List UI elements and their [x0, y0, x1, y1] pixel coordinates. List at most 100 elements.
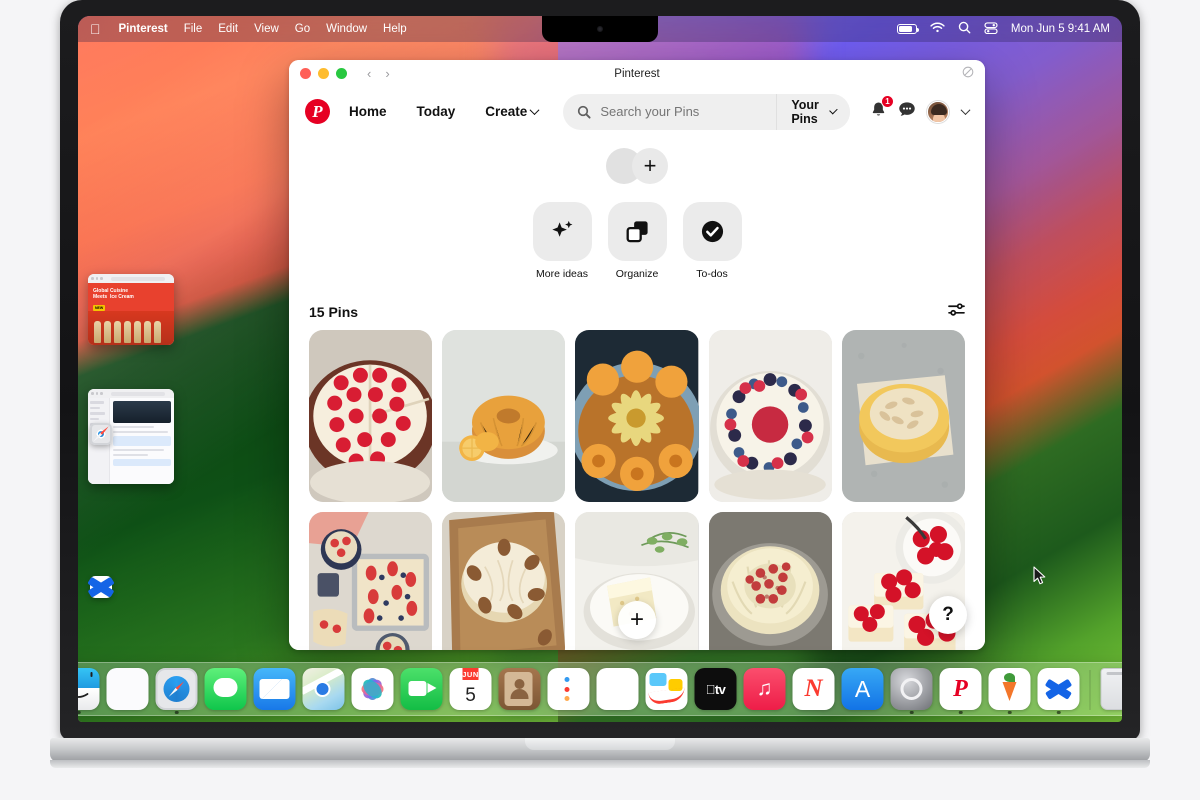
action-label: To-dos [696, 268, 728, 280]
battery-icon[interactable] [896, 24, 920, 34]
dock-item-news[interactable]: N [792, 668, 835, 710]
back-button[interactable]: ‹ [367, 66, 371, 81]
add-pin-floating-button[interactable]: + [618, 601, 656, 639]
pin-orange-bundt-cake[interactable] [442, 330, 566, 502]
avatar[interactable] [927, 100, 949, 123]
stage-card-xmind[interactable] [88, 389, 184, 598]
control-center-icon[interactable] [984, 21, 998, 37]
laptop-foot [50, 760, 1150, 768]
stage-card-safari[interactable]: Global Cuisine Meets Ice Cream NEW [88, 274, 184, 445]
account-chevron-down-icon[interactable] [960, 105, 971, 116]
dock-item-music[interactable]: ♫ [743, 668, 786, 710]
scope-label: Your Pins [791, 97, 819, 126]
pins-header: 15 Pins [289, 280, 985, 330]
action-label: Organize [615, 268, 659, 280]
action-organize[interactable]: Organize [607, 202, 667, 280]
messages-button[interactable] [898, 101, 916, 123]
appstore-glyph: A [841, 668, 884, 710]
dock-item-facetime[interactable] [400, 668, 443, 710]
dock-item-maps[interactable] [302, 668, 345, 710]
xmind-icon[interactable] [90, 576, 112, 598]
dock-item-messages[interactable] [204, 668, 247, 710]
menu-item-help[interactable]: Help [383, 23, 407, 35]
display-notch [542, 16, 658, 42]
menu-item-view[interactable]: View [254, 23, 279, 35]
menu-item-edit[interactable]: Edit [218, 23, 238, 35]
calendar-month: JUN [462, 668, 479, 680]
board-actions[interactable]: More ideas Organize To-dos [289, 202, 985, 280]
dock-item-appletv[interactable]: tv [694, 668, 737, 710]
calendar-day: 5 [465, 684, 476, 706]
pin-apricot-flower-dessert[interactable] [575, 330, 699, 502]
nav-create-dropdown[interactable]: Create [474, 97, 549, 126]
safari-icon[interactable] [90, 423, 112, 445]
dock-item-xmind[interactable] [1037, 668, 1080, 714]
spotlight-search-icon[interactable] [958, 21, 971, 37]
board-header-circles: + [289, 136, 985, 184]
dock-item-calendar[interactable]: JUN 5 [449, 668, 492, 710]
pin-pecan-cream-cake[interactable] [442, 512, 566, 650]
apple-menu-icon[interactable]:  [90, 22, 101, 36]
action-more-ideas[interactable]: More ideas [532, 202, 592, 280]
add-board-button[interactable]: + [632, 148, 668, 184]
window-titlebar[interactable]: ‹ › Pinterest [289, 60, 985, 87]
menu-app-name[interactable]: Pinterest [119, 23, 168, 35]
notifications-button[interactable]: 1 [870, 95, 894, 122]
dock-item-system-settings[interactable] [890, 668, 933, 714]
nav-create-label: Create [485, 104, 528, 119]
help-button[interactable]: ? [929, 596, 967, 634]
dock-item-instacart[interactable] [988, 668, 1031, 714]
dock-item-safari[interactable] [155, 668, 198, 714]
menu-item-file[interactable]: File [184, 23, 203, 35]
appletv-glyph: tv [694, 668, 737, 710]
dock[interactable]: JUN 5 tv ♫ N A P [78, 662, 1122, 716]
forward-button[interactable]: › [385, 66, 389, 81]
close-button[interactable] [300, 68, 311, 79]
dock-item-notes[interactable] [596, 668, 639, 710]
pinterest-logo-icon[interactable]: P [305, 99, 330, 124]
laptop-screen:  Pinterest File Edit View Go Window Hel… [78, 16, 1122, 722]
menu-item-go[interactable]: Go [295, 23, 310, 35]
pin-berry-pavlova-wreath[interactable] [708, 330, 832, 502]
minimize-button[interactable] [318, 68, 329, 79]
dock-item-launchpad[interactable] [106, 668, 149, 710]
window-title: Pinterest [614, 67, 660, 80]
dock-item-stocks[interactable] [645, 668, 688, 710]
stage-manager-strip[interactable]: Global Cuisine Meets Ice Cream NEW [88, 274, 184, 598]
action-to-dos[interactable]: To-dos [682, 202, 742, 280]
pin-raspberry-chocolate-tart[interactable] [309, 330, 433, 502]
laptop-lid:  Pinterest File Edit View Go Window Hel… [60, 0, 1140, 740]
dock-item-photos[interactable] [351, 668, 394, 710]
stacked-squares-icon [607, 202, 667, 261]
pin-almond-cheesecake[interactable] [841, 330, 965, 502]
pinterest-glyph: P [939, 668, 982, 710]
dock-item-appstore[interactable]: A [841, 668, 884, 710]
scope-dropdown[interactable]: Your Pins [776, 93, 850, 130]
dock-item-trash[interactable] [1100, 668, 1122, 710]
search-input[interactable] [600, 104, 777, 119]
pinterest-window[interactable]: ‹ › Pinterest P Home Today Create Search… [289, 60, 985, 650]
dock-item-mail[interactable] [253, 668, 296, 710]
no-entry-icon[interactable] [962, 66, 974, 81]
sparkle-icon [532, 202, 592, 261]
nav-link-home[interactable]: Home [338, 97, 398, 126]
pinterest-navbar[interactable]: P Home Today Create Search your Pins You… [289, 87, 985, 136]
camera-icon [597, 26, 603, 32]
nav-link-today[interactable]: Today [406, 97, 467, 126]
chevron-down-icon [829, 105, 838, 115]
wifi-icon[interactable] [930, 22, 945, 36]
dock-item-reminders[interactable] [547, 668, 590, 710]
filter-sliders-icon[interactable] [948, 302, 965, 321]
dock-item-pinterest[interactable]: P [939, 668, 982, 714]
pin-cranberry-cream-cake[interactable] [708, 512, 832, 650]
maximize-button[interactable] [336, 68, 347, 79]
dock-item-contacts[interactable] [498, 668, 541, 710]
menubar-clock[interactable]: Mon Jun 5 9:41 AM [1011, 23, 1110, 35]
pin-sheet-pan-berry-bake[interactable] [309, 512, 433, 650]
menu-item-window[interactable]: Window [326, 23, 367, 35]
chevron-down-icon [529, 105, 540, 116]
dock-separator [1089, 670, 1091, 710]
search-bar[interactable]: Your Pins [563, 93, 850, 130]
dock-item-finder[interactable] [78, 668, 100, 714]
stage-safari-title: Global Cuisine Meets Ice Cream [93, 288, 134, 301]
